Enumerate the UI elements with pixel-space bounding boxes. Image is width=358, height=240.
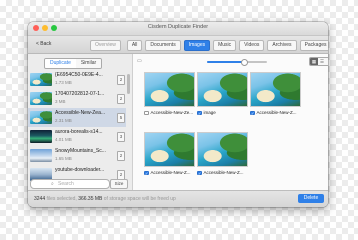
item-size: 4.01 MB [55,137,72,142]
thumbnail-image [30,149,52,162]
duplicate-image[interactable] [250,72,301,107]
duplicate-count-badge: 2 [117,75,125,85]
sidebar: Duplicate Similar {E6954C50-0E9E-4... 1.7… [28,54,133,191]
select-checkbox[interactable]: ✓ [250,110,255,116]
image-caption: Accessible-New-Ze... [144,109,204,116]
item-name: 170407202812-07-1... [55,91,105,97]
duplicate-image[interactable] [144,132,195,167]
duplicate-image[interactable] [197,72,248,107]
back-button[interactable]: < Back [32,40,55,49]
item-name: {E6954C50-0E9E-4... [55,72,103,78]
tab-duplicate[interactable]: Duplicate [45,59,76,68]
select-checkbox[interactable]: ✓ [197,170,202,176]
item-size: 3 MB [55,99,66,104]
thumbnail-image [30,92,52,105]
app-window: Cisdem Duplicate Finder < Back Overview A… [28,22,328,207]
image-caption-text: Accessible-New-Z... [150,170,191,175]
image-caption: ✓ Accessible-New-Z... [250,109,310,116]
search-placeholder: Search [58,181,74,187]
delete-button[interactable]: Delete [298,194,324,203]
freed-size: 366.35 MB [78,196,103,202]
tab-images[interactable]: Images [183,40,211,51]
list-item[interactable]: 170407202812-07-1... 3 MB 2 [28,89,126,108]
tab-all[interactable]: All [126,40,143,51]
list-item[interactable]: SnowyMountains_Sc... 1.65 MB 2 [28,146,126,165]
item-size: 1.65 MB [55,156,72,161]
window-title: Cisdem Duplicate Finder [147,24,209,30]
select-checkbox[interactable]: ✓ [144,170,149,176]
zoom-slider[interactable] [207,59,267,66]
image-caption: ✓ Accessible-New-Z... [144,169,204,176]
item-size: 2.31 MB [55,118,72,123]
detail-view-icon[interactable]: ▤ [326,58,328,65]
image-caption: ✓ Accessible-New-Z... [197,169,257,176]
list-item[interactable]: {E6954C50-0E9E-4... 1.73 MB 2 [28,70,126,89]
select-checkbox[interactable]: ✓ [197,110,202,116]
preview-pane: ▭ ▦ ☰ ▤ Accessible-New-Ze...✓image✓Acces… [133,54,328,191]
zoom-slider-fill [207,61,243,63]
freed-size-suffix: of storage space will be freed up [102,196,176,202]
category-tabs: Overview All Documents Images Music Videos Arc… [90,40,328,51]
tab-overview[interactable]: Overview [90,40,121,51]
thumbnail-image [30,130,52,143]
status-bar: 3244 files selected, 366.35 MB of storag… [28,190,328,207]
scrollbar-knob[interactable] [127,74,130,94]
list-view-icon[interactable]: ☰ [318,58,326,65]
item-name: aurora-borealis-s14... [55,129,103,135]
duplicate-group-list: {E6954C50-0E9E-4... 1.73 MB 2 170407202812-… [28,70,126,184]
item-name: youtube-downloader... [55,167,105,173]
duplicate-image[interactable] [197,132,248,167]
image-caption-text: image [203,110,216,115]
mode-segmented-control: Duplicate Similar [44,58,103,69]
thumbnail-image [30,111,52,124]
sort-size-button[interactable]: Size [110,179,128,189]
title-bar: Cisdem Duplicate Finder [28,22,328,36]
item-name: Accessible-New-Zea... [55,110,106,116]
tab-archives[interactable]: Archives [267,40,297,51]
image-caption-text: Accessible-New-Z... [256,110,297,115]
view-mode-switcher: ▦ ☰ ▤ [309,57,328,66]
image-caption-text: Accessible-New-Z... [203,170,244,175]
toolbar: < Back Overview All Documents Images Music Vi… [28,36,328,54]
tab-music[interactable]: Music [213,40,237,51]
small-thumbnail-icon: ▭ [137,58,142,64]
search-input[interactable]: ⌕ Search [30,179,110,189]
zoom-slider-knob[interactable] [240,59,248,66]
grid-view-icon[interactable]: ▦ [310,58,318,65]
select-checkbox[interactable] [144,110,149,116]
duplicate-count-badge: 2 [117,94,125,104]
image-caption-text: Accessible-New-Ze... [150,110,194,115]
tab-videos[interactable]: Videos [239,40,265,51]
sidebar-scrollbar[interactable] [127,70,130,190]
tab-documents[interactable]: Documents [145,40,181,51]
item-size: 1.73 MB [55,80,72,85]
image-caption: ✓ image [197,109,257,116]
duplicate-count-badge: 5 [117,113,125,123]
list-item[interactable]: aurora-borealis-s14... 4.01 MB 3 [28,127,126,146]
thumbnail-image [30,73,52,86]
duplicate-count-badge: 3 [117,132,125,142]
tab-packages[interactable]: Packages [299,40,328,51]
selection-summary: 3244 files selected, 366.35 MB of storag… [34,196,176,202]
duplicate-image[interactable] [144,72,195,107]
duplicate-count-badge: 2 [117,151,125,161]
selected-count: 3244 [34,196,46,202]
item-name: SnowyMountains_Sc... [55,148,106,154]
selected-count-suffix: files selected, [45,196,77,202]
search-icon: ⌕ [51,181,54,187]
tab-similar[interactable]: Similar [75,59,102,68]
list-item[interactable]: Accessible-New-Zea... 2.31 MB 5 [28,108,126,127]
